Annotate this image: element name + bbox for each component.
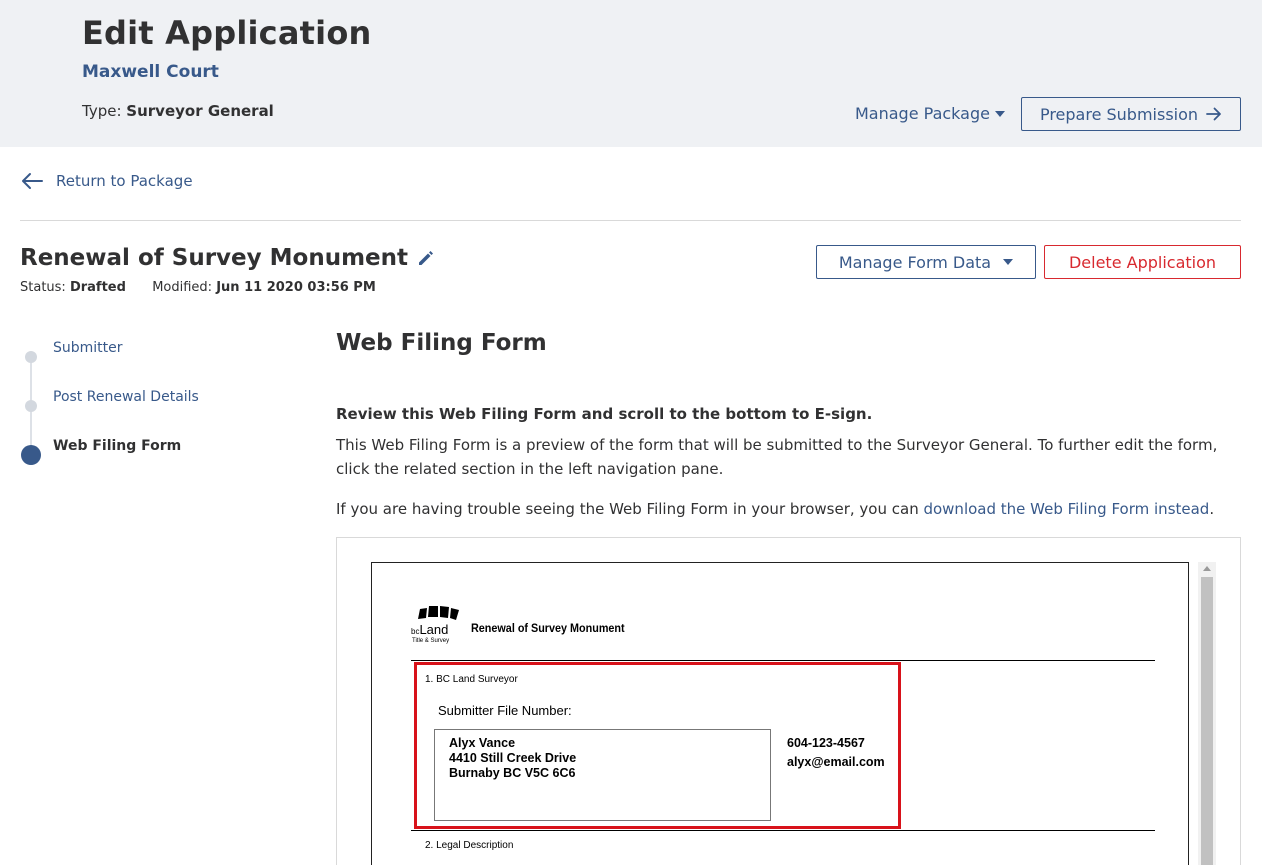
prepare-submission-button[interactable]: Prepare Submission — [1021, 97, 1241, 131]
return-to-package-link[interactable]: Return to Package — [20, 172, 193, 190]
section-title: Web Filing Form — [336, 330, 547, 356]
caret-down-icon — [1003, 259, 1014, 265]
form-title: Renewal of Survey Monument — [20, 245, 436, 271]
modified-label: Modified: — [152, 280, 213, 295]
application-type: Type: Surveyor General — [82, 102, 274, 120]
review-heading: Review this Web Filing Form and scroll t… — [336, 405, 873, 423]
submitter-email: alyx@email.com — [787, 755, 885, 769]
arrow-left-icon — [22, 173, 43, 189]
arrow-right-icon — [1206, 107, 1221, 121]
logo-text: bcLand — [411, 622, 448, 637]
manage-package-label: Manage Package — [855, 104, 990, 123]
application-name: Maxwell Court — [82, 62, 219, 82]
scrollbar-thumb[interactable] — [1201, 577, 1213, 865]
form-status-line: Status: Drafted Modified: Jun 11 2020 03… — [20, 280, 376, 295]
caret-down-icon — [994, 110, 1005, 117]
form-title-text: Renewal of Survey Monument — [20, 245, 409, 271]
address-line: Burnaby BC V5C 6C6 — [449, 766, 576, 780]
type-value: Surveyor General — [126, 102, 274, 120]
divider — [20, 220, 1241, 221]
scroll-up-icon[interactable] — [1203, 566, 1211, 571]
download-form-link[interactable]: download the Web Filing Form instead — [923, 500, 1209, 518]
page-header: Edit Application Maxwell Court Type: Sur… — [0, 0, 1262, 147]
step-label: Web Filing Form — [53, 438, 182, 454]
document-rule — [411, 830, 1155, 831]
manage-form-data-label: Manage Form Data — [838, 252, 992, 272]
type-label: Type: — [82, 102, 122, 120]
prepare-submission-label: Prepare Submission — [1039, 104, 1199, 124]
status-label: Status: — [20, 280, 66, 295]
submitter-file-number-label: Submitter File Number: — [438, 703, 572, 718]
section-2-label: 2. Legal Description — [425, 840, 514, 851]
manage-package-dropdown[interactable]: Manage Package — [855, 104, 1005, 123]
logo-land: Land — [419, 622, 449, 637]
preview-scrollbar[interactable] — [1198, 562, 1216, 865]
step-dot-icon — [25, 351, 37, 363]
step-label: Post Renewal Details — [53, 389, 199, 405]
modified-value: Jun 11 2020 03:56 PM — [216, 280, 376, 295]
address-line: Alyx Vance — [449, 736, 516, 750]
document-rule — [411, 660, 1155, 661]
delete-application-label: Delete Application — [1068, 252, 1217, 272]
status-value: Drafted — [69, 280, 126, 295]
step-navigation: Submitter Post Renewal Details Web Filin… — [20, 340, 300, 470]
review-description: This Web Filing Form is a preview of the… — [336, 436, 1218, 478]
manage-form-data-button[interactable]: Manage Form Data — [816, 245, 1036, 279]
pencil-edit-icon[interactable] — [416, 248, 436, 268]
download-suffix: . — [1209, 500, 1215, 518]
delete-application-button[interactable]: Delete Application — [1044, 245, 1241, 279]
document-title: Renewal of Survey Monument — [471, 621, 625, 635]
step-label: Submitter — [53, 340, 123, 356]
submitter-phone: 604-123-4567 — [787, 736, 865, 750]
logo-subtext: Title & Survey — [412, 638, 450, 644]
download-instructions: If you are having trouble seeing the Web… — [336, 497, 1236, 521]
step-dot-icon — [25, 400, 37, 412]
download-prefix: If you are having trouble seeing the Web… — [336, 500, 924, 518]
step-active-dot-icon — [21, 445, 41, 465]
address-line: 4410 Still Creek Drive — [449, 751, 577, 765]
page-title: Edit Application — [82, 14, 372, 52]
return-to-package-label: Return to Package — [56, 172, 193, 190]
